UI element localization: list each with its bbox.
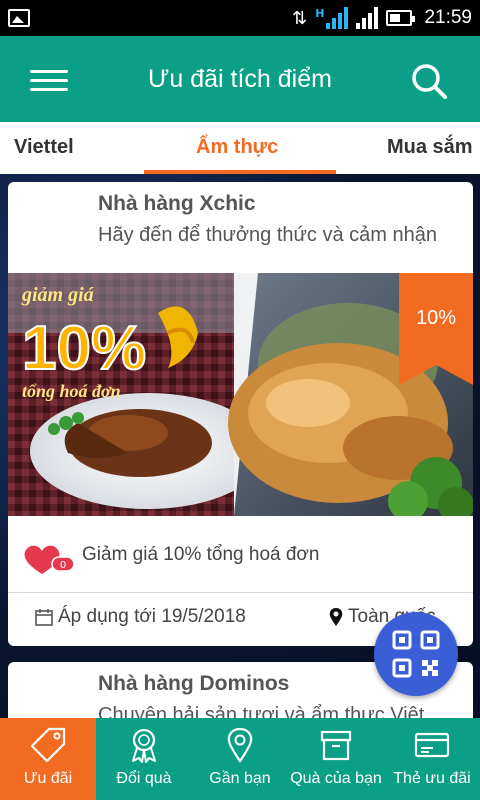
promo-image-line2: 10% [22,314,146,383]
nav-label: Ưu đãi [23,770,73,787]
deal-row: 0 Giảm giá 10% tổng hoá đơn [8,538,473,578]
location-pin-icon [329,608,343,626]
mobile-signal-icon [326,7,349,29]
nav-the-uu-dai[interactable]: Thẻ ưu đãi [384,718,480,800]
battery-icon [386,10,416,26]
status-bar: ⇅ H 21:59 [0,0,480,36]
card-icon [414,732,450,758]
app-bar: Ưu đãi tích điểm [0,36,480,122]
gift-box-icon [320,730,352,761]
tab-mua-sam[interactable]: Mua sắm [387,122,473,174]
calendar-icon [35,609,53,626]
deal-description: Giảm giá 10% tổng hoá đơn [82,544,320,565]
data-transfer-icon: ⇅ [292,7,308,29]
category-tabs: Viettel Ẩm thực Mua sắm [0,122,480,174]
nav-gan-ban[interactable]: Gần bạn [192,718,288,800]
network-type: H [315,6,325,20]
nav-doi-qua[interactable]: Đổi quà [96,718,192,800]
promo-image-line1: giảm giá [21,284,95,306]
qr-scan-button[interactable] [374,612,458,696]
page-title: Ưu đãi tích điểm [148,65,332,93]
tag-icon [30,727,66,763]
nav-uu-dai[interactable]: Ưu đãi [0,718,96,800]
tab-am-thuc[interactable]: Ẩm thực [196,122,278,174]
offer-subtitle: Chuyên hải sản tươi và ẩm thực Việt [98,704,425,718]
valid-until: Áp dụng tới 19/5/2018 [34,606,246,628]
gallery-notification-icon [8,9,30,27]
like-count: 0 [60,560,66,571]
location-pin-icon [227,727,253,763]
card-divider [8,592,473,593]
award-icon [132,728,156,763]
promo-image-line3: tổng hoá đơn [22,381,121,401]
search-icon[interactable] [410,62,448,100]
status-icons: ⇅ H 21:59 [292,0,472,36]
signal-strength-icon [356,7,379,29]
tab-viettel[interactable]: Viettel [14,122,74,174]
nav-label: Quà của bạn [290,770,382,787]
offer-card[interactable]: Nhà hàng Xchic Hãy đến để thưởng thức và… [8,182,473,646]
menu-icon[interactable] [30,66,68,94]
clock: 21:59 [424,7,472,28]
bottom-navigation: Ưu đãi Đổi quà Gần bạn Quà của bạn Thẻ ư… [0,718,480,800]
nav-label: Gần bạn [209,770,271,787]
valid-until-text: Áp dụng tới 19/5/2018 [58,606,246,627]
nav-label: Thẻ ưu đãi [393,770,471,787]
offer-title: Nhà hàng Dominos [98,672,290,695]
nav-qua-cua-ban[interactable]: Quà của bạn [288,718,384,800]
nav-label: Đổi quà [116,770,172,787]
qr-code-icon [392,630,440,678]
offer-title: Nhà hàng Xchic [98,192,256,215]
heart-icon[interactable]: 0 [22,542,75,578]
offer-subtitle: Hãy đến để thưởng thức và cảm nhận [98,224,437,246]
